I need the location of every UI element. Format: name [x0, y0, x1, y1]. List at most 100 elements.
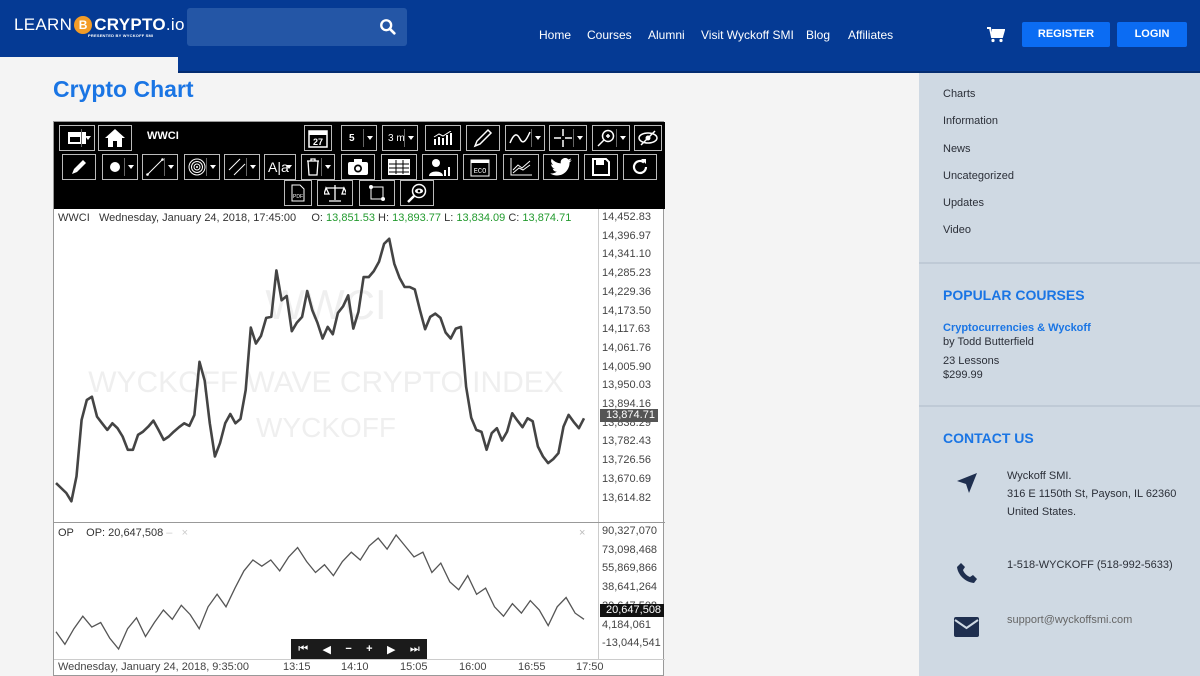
watermark-wyckoff: WYCKOFF: [256, 412, 396, 443]
y-tick: 14,117.63: [602, 323, 651, 336]
sidebar: Charts Information News Uncategorized Up…: [919, 73, 1200, 676]
transform-button[interactable]: [359, 180, 395, 206]
zoom-in-button[interactable]: +: [366, 643, 372, 655]
zoom-out-button[interactable]: −: [345, 643, 351, 655]
scale-button[interactable]: [317, 180, 353, 206]
paint-button[interactable]: [466, 125, 500, 151]
sidebar-divider: [919, 262, 1200, 264]
op-minimize-button[interactable]: –: [166, 527, 172, 539]
site-logo[interactable]: LEARN B CRYPTO .io PRESENTED BY WYCKOFF S…: [14, 15, 185, 38]
screenshot-button[interactable]: [341, 154, 375, 180]
nav-home[interactable]: Home: [539, 28, 571, 42]
save-button[interactable]: [584, 154, 618, 180]
course-title-link[interactable]: Cryptocurrencies & Wyckoff: [943, 321, 1091, 335]
paintbrush-icon: [473, 128, 493, 148]
channel-dropdown[interactable]: [224, 154, 260, 180]
search-icon[interactable]: [379, 18, 397, 36]
watermark-symbol: WWCI: [265, 281, 386, 328]
y-tick: 14,005.90: [602, 360, 651, 373]
op-remove-button[interactable]: ×: [182, 527, 188, 539]
compare-button[interactable]: [503, 154, 539, 180]
last-button[interactable]: ⏭: [410, 643, 420, 656]
trash-dropdown[interactable]: [301, 154, 335, 180]
nav-blog[interactable]: Blog: [806, 28, 830, 42]
twitter-button[interactable]: [543, 154, 579, 180]
low-label: L:: [444, 212, 454, 224]
crosshair-dropdown[interactable]: [549, 125, 587, 151]
target-icon: [188, 158, 206, 176]
phone-number[interactable]: 1-518-WYCKOFF (518-992-5633): [1007, 558, 1173, 572]
nav-visit-wyckoff[interactable]: Visit Wyckoff SMI: [701, 28, 794, 42]
address-line-3: United States.: [1007, 506, 1077, 518]
interval-dropdown[interactable]: 3 m: [382, 125, 418, 151]
search-eye-button[interactable]: [400, 180, 434, 206]
op-panel-close-button[interactable]: ×: [579, 527, 585, 539]
high-label: H:: [378, 212, 390, 224]
register-button[interactable]: REGISTER: [1022, 22, 1110, 47]
category-updates[interactable]: Updates: [943, 197, 984, 209]
pencil-button[interactable]: [62, 154, 96, 180]
op-series-line: [55, 533, 585, 651]
nav-affiliates[interactable]: Affiliates: [848, 28, 893, 42]
back-button[interactable]: ◀: [322, 643, 330, 656]
open-value: 13,851.53: [326, 212, 375, 224]
home-button[interactable]: [98, 125, 132, 151]
eco-calendar-icon: ECO: [470, 159, 490, 177]
y-tick: 14,285.23: [602, 267, 651, 280]
chart-type-button[interactable]: [425, 125, 461, 151]
y-tick: 13,670.69: [602, 472, 651, 485]
logo-subtitle: PRESENTED BY WYCKOFF SMI: [88, 33, 154, 38]
price-chart[interactable]: WWCI WYCKOFF WAVE CRYPTO INDEX WYCKOFF: [54, 209, 599, 522]
magnifier-eye-icon: [407, 183, 427, 203]
table-button[interactable]: [381, 154, 417, 180]
profile-button[interactable]: [422, 154, 458, 180]
line-dropdown[interactable]: [142, 154, 178, 180]
refresh-icon: [632, 159, 648, 175]
category-news[interactable]: News: [943, 143, 971, 155]
camera-icon: [348, 159, 368, 175]
y-tick: 90,327,070: [602, 525, 658, 537]
studies-dropdown[interactable]: [505, 125, 545, 151]
course-lessons: 23 Lessons: [943, 355, 1000, 367]
login-button[interactable]: LOGIN: [1117, 22, 1187, 47]
hide-button[interactable]: [634, 125, 662, 151]
pdf-button[interactable]: PDF: [284, 180, 312, 206]
text-dropdown[interactable]: A|a: [264, 154, 296, 180]
refresh-button[interactable]: [623, 154, 657, 180]
category-information[interactable]: Information: [943, 115, 998, 127]
y-tick: 14,452.83: [602, 211, 651, 223]
category-charts[interactable]: Charts: [943, 88, 975, 100]
header-extension: [178, 57, 1200, 73]
marker-dropdown[interactable]: [102, 154, 138, 180]
floppy-disk-icon: [592, 158, 610, 176]
op-axis-line: [598, 523, 599, 659]
legend-date: Wednesday, January 24, 2018, 17:45:00: [98, 212, 297, 224]
svg-text:ECO: ECO: [474, 168, 487, 176]
trend-line-icon: [146, 158, 164, 176]
nav-alumni[interactable]: Alumni: [648, 28, 685, 42]
search-input[interactable]: [187, 8, 407, 46]
category-video[interactable]: Video: [943, 224, 971, 236]
address-line-1: Wyckoff SMI.: [1007, 470, 1072, 482]
forward-button[interactable]: ▶: [387, 643, 395, 656]
layout-button[interactable]: [59, 125, 95, 151]
economic-calendar-button[interactable]: ECO: [463, 154, 497, 180]
y-tick: 14,229.36: [602, 285, 651, 298]
x-tick: 13:15: [283, 661, 311, 673]
cart-icon[interactable]: [987, 27, 1005, 43]
calendar-button[interactable]: 27: [304, 125, 332, 151]
table-icon: [388, 159, 410, 175]
logo-learn-text: LEARN: [14, 15, 73, 34]
y-tick: 14,341.10: [602, 248, 651, 261]
nav-courses[interactable]: Courses: [587, 28, 632, 42]
zoom-dropdown[interactable]: [592, 125, 630, 151]
periods-dropdown[interactable]: 5: [341, 125, 377, 151]
trash-icon: [307, 158, 319, 176]
high-value: 13,893.77: [392, 212, 442, 224]
open-label: O:: [311, 212, 323, 224]
first-button[interactable]: ⏮: [298, 643, 308, 656]
category-uncategorized[interactable]: Uncategorized: [943, 170, 1014, 182]
close-label: C:: [508, 212, 520, 224]
email-link[interactable]: support@wyckoffsmi.com: [1007, 613, 1132, 627]
fibonacci-dropdown[interactable]: [184, 154, 220, 180]
